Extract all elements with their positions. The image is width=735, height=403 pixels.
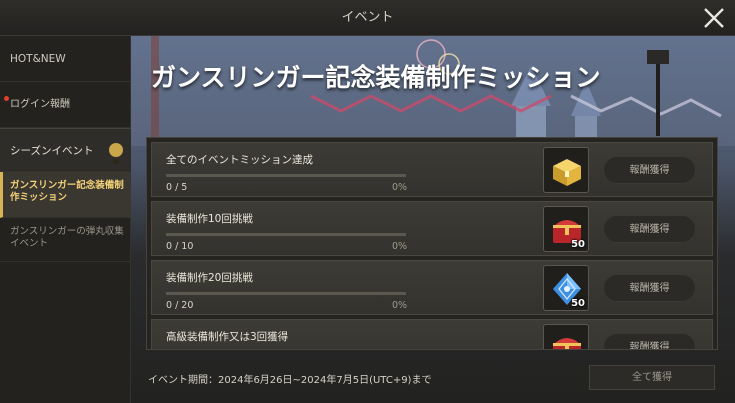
sidebar-item-gunslinger-ammo[interactable]: ガンスリンガーの弾丸収集イベント bbox=[0, 218, 131, 262]
claim-reward-button[interactable]: 報酬獲得 bbox=[603, 215, 696, 243]
sidebar-item-season-event[interactable]: シーズンイベント bbox=[0, 128, 131, 172]
window-title: イベント bbox=[341, 10, 394, 25]
reward-quantity: 50 bbox=[571, 298, 585, 309]
red-chest-icon bbox=[553, 338, 581, 349]
progress-percent: 0% bbox=[392, 300, 408, 311]
sidebar-item-login-reward[interactable]: ログイン報酬 bbox=[0, 82, 131, 128]
mission-title: 装備制作10回挑戦 bbox=[166, 213, 253, 225]
progress-bar bbox=[166, 233, 406, 236]
mission-title: 高級装備制作又は3回獲得 bbox=[166, 331, 289, 343]
close-icon bbox=[704, 8, 724, 28]
claim-reward-button[interactable]: 報酬獲得 bbox=[603, 156, 696, 184]
progress-percent: 0% bbox=[392, 182, 408, 193]
sidebar-item-hot-new[interactable]: HOT&NEW bbox=[0, 36, 131, 82]
notification-dot bbox=[4, 96, 9, 101]
sidebar: HOT&NEW ログイン報酬 シーズンイベント ガンスリンガー記念装備制作ミッシ… bbox=[0, 36, 131, 403]
sidebar-item-gunslinger-mission[interactable]: ガンスリンガー記念装備制作ミッション bbox=[0, 172, 131, 218]
progress-count: 0 / 5 bbox=[166, 182, 188, 193]
mission-row: 高級装備制作又は3回獲得 報酬獲得 bbox=[151, 319, 713, 349]
mission-title: 装備制作20回挑戦 bbox=[166, 272, 253, 284]
progress-bar bbox=[166, 174, 406, 177]
claim-all-button[interactable]: 全て獲得 bbox=[589, 365, 715, 390]
progress-bar bbox=[166, 292, 406, 295]
reward-slot[interactable] bbox=[543, 147, 589, 193]
chevron-down-icon bbox=[109, 143, 123, 165]
reward-slot[interactable]: 50 bbox=[543, 206, 589, 252]
mission-row: 全てのイベントミッション達成 0 / 5 0% 報酬獲得 bbox=[151, 142, 713, 197]
sidebar-item-label: シーズンイベント bbox=[10, 145, 94, 157]
mission-row: 装備制作10回挑戦 0 / 10 0% 50 報酬獲得 bbox=[151, 201, 713, 256]
sidebar-item-label: ログイン報酬 bbox=[10, 99, 70, 110]
progress-count: 0 / 10 bbox=[166, 241, 194, 252]
sidebar-item-label: ガンスリンガー記念装備制作ミッション bbox=[10, 180, 124, 203]
claim-reward-button[interactable]: 報酬獲得 bbox=[603, 333, 696, 349]
title-bar: イベント bbox=[0, 0, 735, 36]
mission-row: 装備制作20回挑戦 0 / 20 0% 50 報酬獲得 bbox=[151, 260, 713, 315]
sidebar-item-label: ガンスリンガーの弾丸収集イベント bbox=[10, 226, 124, 249]
mission-title: 全てのイベントミッション達成 bbox=[166, 154, 313, 166]
reward-slot[interactable] bbox=[543, 324, 589, 349]
reward-slot[interactable]: 50 bbox=[543, 265, 589, 311]
claim-reward-button[interactable]: 報酬獲得 bbox=[603, 274, 696, 302]
page-title: ガンスリンガー記念装備制作ミッション bbox=[151, 63, 601, 92]
close-button[interactable] bbox=[701, 5, 727, 31]
mission-list[interactable]: 全てのイベントミッション達成 0 / 5 0% 報酬獲得 装備制作10回挑戦 0… bbox=[146, 137, 718, 350]
main-panel: ガンスリンガー記念装備制作ミッション 全てのイベントミッション達成 0 / 5 … bbox=[131, 36, 735, 403]
event-period: イベント期間：2024年6月26日~2024年7月5日(UTC+9)まで bbox=[148, 375, 432, 386]
sidebar-item-label: HOT&NEW bbox=[10, 53, 66, 65]
gold-chest-icon bbox=[553, 159, 581, 186]
progress-count: 0 / 20 bbox=[166, 300, 194, 311]
progress-percent: 0% bbox=[392, 241, 408, 252]
reward-quantity: 50 bbox=[571, 239, 585, 250]
